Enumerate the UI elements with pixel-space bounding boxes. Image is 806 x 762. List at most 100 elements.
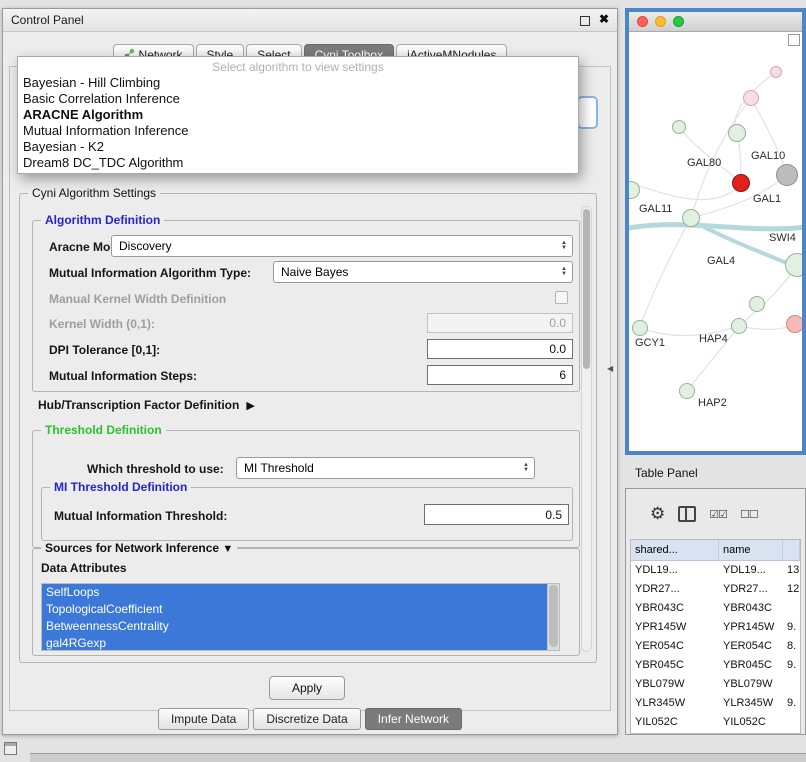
gear-icon[interactable]: ⚙ [650, 504, 665, 524]
table-cell: YBL079W [719, 675, 783, 694]
network-node-green[interactable] [731, 318, 747, 334]
dropdown-placeholder: Select algorithm to view settings [18, 59, 578, 75]
table-cell: 13 [783, 561, 800, 580]
attributes-scrollbar[interactable] [547, 584, 559, 650]
table-cell: YER054C [719, 637, 783, 656]
algorithm-definition-title: Algorithm Definition [41, 213, 164, 227]
dpi-tolerance-field[interactable]: 0.0 [427, 339, 573, 359]
table-cell: YER054C [631, 637, 719, 656]
node-label-hap4: HAP4 [699, 333, 728, 345]
attribute-item-gal4rgexp[interactable]: gal4RGexp [42, 635, 547, 651]
screen: Control Panel ✖ NetworkStyleSelectCyni T… [0, 0, 806, 762]
mi-threshold-field[interactable]: 0.5 [424, 504, 569, 525]
minimize-traffic-light-icon[interactable] [655, 16, 666, 27]
scrollbar-thumb[interactable] [549, 585, 558, 647]
float-window-icon[interactable] [580, 16, 590, 26]
dropdown-item-mutual-information-inference[interactable]: Mutual Information Inference [18, 123, 578, 139]
table-body: YDL19...YDL19...13YDR27...YDR27...12YBR0… [631, 561, 800, 732]
apply-button[interactable]: Apply [269, 676, 345, 700]
which-threshold-combo[interactable]: MI Threshold ▲▼ [236, 457, 535, 479]
dropdown-item-bayesian-k2[interactable]: Bayesian - K2 [18, 139, 578, 155]
network-node-green[interactable] [749, 296, 765, 312]
dropdown-item-basic-correlation-inference[interactable]: Basic Correlation Inference [18, 91, 578, 107]
table-panel-title: Table Panel [635, 466, 698, 480]
network-node-green[interactable] [672, 120, 686, 134]
mi-algorithm-type-label: Mutual Information Algorithm Type: [49, 266, 251, 280]
table-cell: 9. [783, 694, 800, 713]
chevron-down-icon[interactable]: ▼ [222, 543, 233, 555]
aracne-mode-value: Discovery [119, 239, 172, 253]
table-cell: YPR145W [631, 618, 719, 637]
kernel-width-field: 0.0 [427, 313, 573, 333]
column-header-extra[interactable] [783, 540, 800, 560]
settings-scrollbar[interactable] [581, 206, 592, 652]
panel-collapse-icon[interactable]: ◀ [607, 364, 613, 373]
table-row[interactable]: YIL052CYIL052C [631, 713, 800, 732]
node-table: shared...name YDL19...YDL19...13YDR27...… [630, 539, 801, 734]
network-node-green[interactable] [682, 209, 700, 227]
network-node-red[interactable] [732, 174, 750, 192]
network-node-green[interactable] [728, 124, 746, 142]
select-all-icon[interactable]: ☑☑ [709, 508, 727, 521]
control-panel-titlebar: Control Panel ✖ [3, 9, 617, 32]
network-node-green[interactable] [679, 383, 695, 399]
table-row[interactable]: YBR045CYBR045C9. [631, 656, 800, 675]
column-header-shared[interactable]: shared... [631, 540, 719, 560]
algorithm-definition-group: Algorithm Definition Aracne Mode: Discov… [32, 220, 580, 392]
data-attributes-list[interactable]: SelfLoopsTopologicalCoefficientBetweenne… [41, 583, 560, 651]
attribute-item-selfloops[interactable]: SelfLoops [42, 584, 547, 601]
table-row[interactable]: YLR345WYLR345W9. [631, 694, 800, 713]
table-row[interactable]: YDL19...YDL19...13 [631, 561, 800, 580]
sources-title-text: Sources for Network Inference [45, 541, 219, 555]
attribute-item-betweennesscentrality[interactable]: BetweennessCentrality [42, 618, 547, 635]
network-node-green[interactable] [632, 320, 648, 336]
node-label-gal11: GAL11 [639, 203, 672, 215]
network-node-pink[interactable] [743, 90, 759, 106]
birdseye-toggle[interactable] [788, 34, 800, 46]
network-node-salmon[interactable] [786, 315, 802, 333]
mi-algorithm-type-combo[interactable]: Naive Bayes ▲▼ [273, 261, 573, 283]
attribute-items: SelfLoopsTopologicalCoefficientBetweenne… [42, 584, 547, 650]
manual-kernel-width-label: Manual Kernel Width Definition [49, 292, 226, 306]
network-canvas[interactable]: GAL80GAL10GAL1GAL11SWI4GAL4GCY1HAP4HAP2 [629, 32, 802, 451]
deselect-all-icon[interactable]: ☐☐ [740, 508, 758, 521]
network-window-titlebar [629, 12, 802, 32]
close-traffic-light-icon[interactable] [637, 16, 648, 27]
table-cell [783, 599, 800, 618]
bottom-tab-infer-network[interactable]: Infer Network [365, 708, 462, 730]
table-row[interactable]: YDR27...YDR27...12 [631, 580, 800, 599]
dropdown-item-bayesian-hill-climbing[interactable]: Bayesian - Hill Climbing [18, 75, 578, 91]
close-icon[interactable]: ✖ [599, 12, 609, 26]
aracne-mode-combo[interactable]: Discovery ▲▼ [111, 235, 573, 257]
bottom-tab-discretize-data[interactable]: Discretize Data [253, 708, 360, 730]
table-row[interactable]: YER054CYER054C8. [631, 637, 800, 656]
attribute-item-topologicalcoefficient[interactable]: TopologicalCoefficient [42, 601, 547, 618]
table-cell: YIL052C [631, 713, 719, 732]
table-cell: 12 [783, 580, 800, 599]
algorithm-combo-focus-fragment [577, 96, 598, 129]
control-panel-window: Control Panel ✖ NetworkStyleSelectCyni T… [2, 8, 618, 735]
hub-definition-row[interactable]: Hub/Transcription Factor Definition ▶ [38, 398, 255, 412]
zoom-traffic-light-icon[interactable] [673, 16, 684, 27]
background-window-strip [30, 753, 806, 762]
which-threshold-label: Which threshold to use: [87, 462, 224, 476]
columns-icon[interactable] [678, 506, 696, 522]
bottom-tab-impute-data[interactable]: Impute Data [158, 708, 249, 730]
column-header-name[interactable]: name [719, 540, 783, 560]
mi-algorithm-type-value: Naive Bayes [281, 265, 348, 279]
dropdown-item-aracne-algorithm[interactable]: ARACNE Algorithm [18, 107, 578, 123]
manual-kernel-width-checkbox[interactable] [555, 291, 568, 304]
network-node-gray[interactable] [776, 164, 798, 186]
table-row[interactable]: YBR043CYBR043C [631, 599, 800, 618]
network-node-pink[interactable] [770, 66, 782, 78]
network-node-green[interactable] [785, 253, 802, 277]
table-row[interactable]: YBL079WYBL079W [631, 675, 800, 694]
table-cell: YDL19... [719, 561, 783, 580]
chevron-right-icon[interactable]: ▶ [246, 399, 254, 412]
restore-panel-icon[interactable] [4, 742, 17, 755]
scrollbar-thumb[interactable] [583, 209, 590, 369]
table-row[interactable]: YPR145WYPR145W9. [631, 618, 800, 637]
dropdown-item-dream8-dc-tdc-algorithm[interactable]: Dream8 DC_TDC Algorithm [18, 155, 578, 171]
sources-group: Sources for Network Inference ▼ Data Att… [32, 548, 580, 656]
mi-steps-field[interactable]: 6 [427, 365, 573, 385]
